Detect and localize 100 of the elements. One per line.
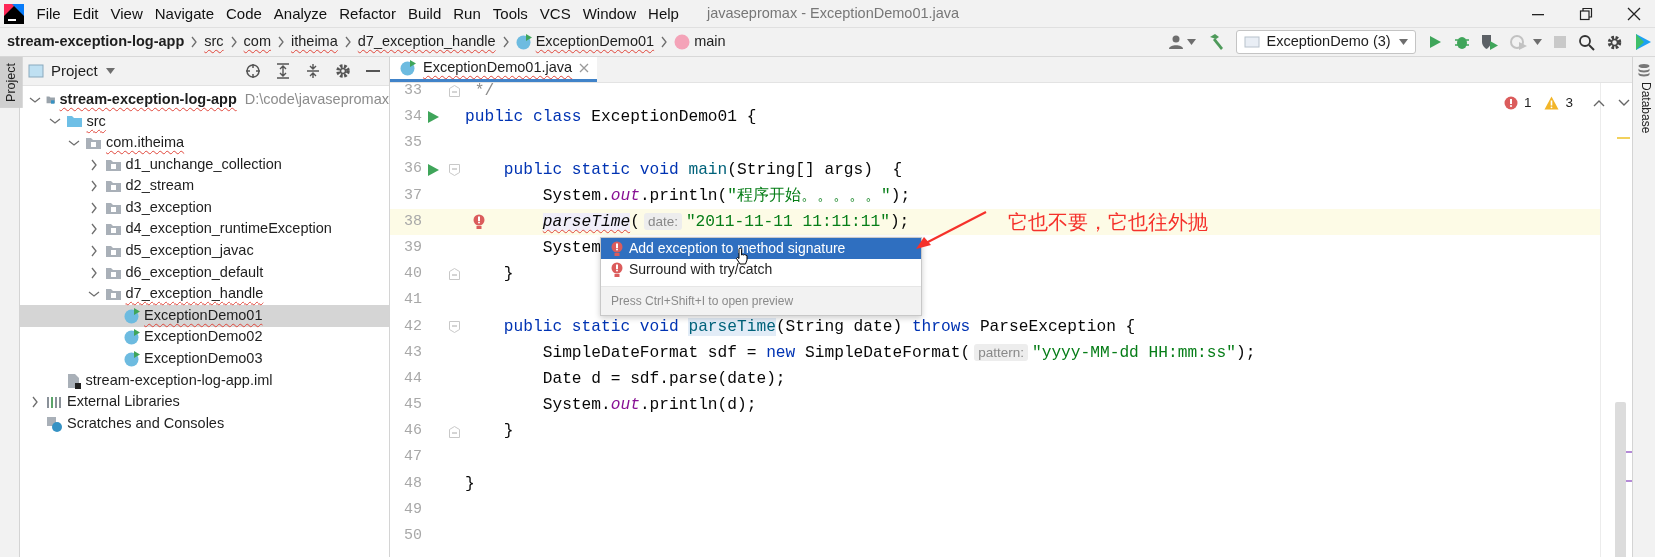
restore-icon[interactable] (1579, 6, 1593, 21)
chevron-icon[interactable] (190, 36, 199, 48)
tree-label[interactable]: d5_exception_javac (125, 240, 254, 262)
tree-label[interactable]: d2_stream (125, 175, 194, 198)
breadcrumb-item[interactable]: main (694, 31, 726, 53)
tool-window-tab[interactable]: Project (0, 57, 23, 108)
tree-label[interactable]: com.itheima (106, 132, 185, 154)
breadcrumb-item[interactable]: stream-exception-log-app (7, 31, 185, 53)
error-bulb-icon[interactable] (473, 214, 485, 231)
tree-label[interactable]: src (86, 110, 106, 133)
tree-label[interactable]: d4_exception_runtimeException (125, 218, 332, 241)
tree-label[interactable]: ExceptionDemo03 (144, 348, 263, 370)
tree-label[interactable]: External Libraries (67, 391, 180, 413)
tree-row[interactable]: d3_exception (20, 196, 389, 219)
menu-item[interactable]: View (104, 0, 149, 27)
chevron-icon[interactable] (89, 266, 98, 279)
tree-label[interactable]: ExceptionDemo02 (144, 326, 263, 349)
chevron-icon[interactable] (89, 244, 98, 257)
scrollbar-thumb[interactable] (1615, 402, 1626, 557)
chevron-icon[interactable] (343, 36, 352, 48)
breadcrumb-item[interactable]: ExceptionDemo01 (535, 31, 655, 53)
previous-icon[interactable] (1593, 99, 1605, 108)
breadcrumb-item[interactable]: src (204, 31, 224, 53)
menu-item[interactable]: VCS (533, 0, 577, 27)
menu-item[interactable]: Edit (66, 0, 105, 27)
menu-item[interactable]: Run (447, 0, 487, 27)
menu-item[interactable]: Refactor (333, 0, 402, 27)
plugin-logo-icon[interactable] (1633, 33, 1652, 51)
tree-label[interactable]: d1_unchange_collection (125, 153, 282, 176)
tree-row[interactable]: ExceptionDemo01 (20, 304, 389, 327)
tree-row[interactable]: d7_exception_handle (20, 283, 389, 305)
chevron-icon[interactable] (89, 158, 98, 171)
tree-row[interactable]: ExceptionDemo02 (20, 326, 389, 349)
chevron-icon[interactable] (501, 36, 510, 48)
search-icon[interactable] (1577, 33, 1595, 51)
tool-window-tab[interactable]: Database (1633, 78, 1655, 138)
error-icon[interactable] (1503, 96, 1518, 111)
caret-icon[interactable] (1532, 39, 1542, 45)
tree-row[interactable]: ExceptionDemo03 (20, 348, 389, 370)
tree-label[interactable]: ExceptionDemo01 (144, 304, 263, 327)
breadcrumb-item[interactable]: com (243, 31, 271, 53)
locate-icon[interactable] (245, 63, 261, 79)
tree-label[interactable]: d3_exception (125, 196, 212, 219)
menu-item[interactable]: Help (642, 0, 685, 27)
tree-row[interactable]: src (20, 110, 389, 133)
caret-icon[interactable] (1398, 39, 1408, 45)
settings-icon[interactable] (335, 63, 351, 79)
menu-item[interactable]: File (30, 0, 67, 27)
collapse-all-icon[interactable] (305, 63, 321, 79)
chevron-icon[interactable] (89, 201, 98, 214)
run-config-dropdown[interactable]: ExceptionDemo (3) (1235, 30, 1416, 54)
caret-icon[interactable] (1186, 39, 1196, 45)
menu-item[interactable]: Build (401, 0, 448, 27)
user-icon[interactable] (1167, 34, 1184, 50)
chevron-icon[interactable] (29, 95, 41, 104)
tree-row[interactable]: stream-exception-log-app D:\code\javasepromax (20, 89, 389, 111)
tree-label[interactable]: d7_exception_handle (125, 283, 264, 305)
menu-item[interactable]: Analyze (267, 0, 334, 27)
chevron-icon[interactable] (48, 117, 61, 126)
tree-row[interactable]: stream-exception-log-app.iml (20, 369, 389, 392)
chevron-icon[interactable] (87, 290, 100, 299)
debug-icon[interactable] (1453, 34, 1470, 50)
chevron-icon[interactable] (660, 36, 669, 48)
chevron-icon[interactable] (229, 36, 238, 48)
tree-row[interactable]: d2_stream (20, 175, 389, 197)
menu-item[interactable]: Tools (486, 0, 534, 27)
tree-row[interactable]: External Libraries (20, 391, 389, 413)
menu-item[interactable]: Window (576, 0, 643, 27)
chevron-icon[interactable] (68, 139, 80, 147)
expand-all-icon[interactable] (275, 63, 291, 79)
tree-row[interactable]: Scratches and Consoles (20, 412, 389, 435)
menu-item[interactable]: Navigate (148, 0, 220, 27)
run-icon[interactable] (426, 110, 440, 125)
error-bulb-icon (611, 240, 623, 257)
tree-label[interactable]: d6_exception_default (125, 261, 264, 284)
caret-icon[interactable] (105, 68, 115, 74)
tree-row[interactable]: d6_exception_default (20, 261, 389, 284)
panel-title[interactable]: Project (51, 59, 98, 83)
chevron-icon[interactable] (89, 180, 98, 193)
tree-row[interactable]: d4_exception_runtimeException (20, 218, 389, 241)
tree-label[interactable]: stream-exception-log-app (59, 88, 237, 111)
close-icon[interactable] (1627, 6, 1641, 21)
editor-tab[interactable]: ExceptionDemo01.java (390, 57, 598, 82)
settings-icon[interactable] (1605, 33, 1623, 51)
database-icon[interactable] (1636, 63, 1651, 78)
tree-label[interactable]: stream-exception-log-app.iml (85, 369, 273, 392)
next-icon[interactable] (1618, 99, 1630, 108)
chevron-icon[interactable] (89, 223, 98, 236)
breadcrumb-item[interactable]: itheima (291, 31, 338, 53)
breadcrumb-item[interactable]: d7_exception_handle (357, 31, 496, 53)
menu-item[interactable]: Code (220, 0, 268, 27)
popup-item[interactable]: Surround with try/catch (601, 259, 921, 280)
tree-label[interactable]: Scratches and Consoles (67, 412, 225, 435)
tree-row[interactable]: d1_unchange_collection (20, 153, 389, 176)
chevron-icon[interactable] (31, 396, 39, 409)
run-icon[interactable] (426, 162, 440, 177)
tree-row[interactable]: com.itheima (20, 132, 389, 154)
chevron-icon[interactable] (277, 36, 285, 48)
tree-row[interactable]: d5_exception_javac (20, 240, 389, 262)
coverage-icon[interactable] (1480, 34, 1499, 50)
